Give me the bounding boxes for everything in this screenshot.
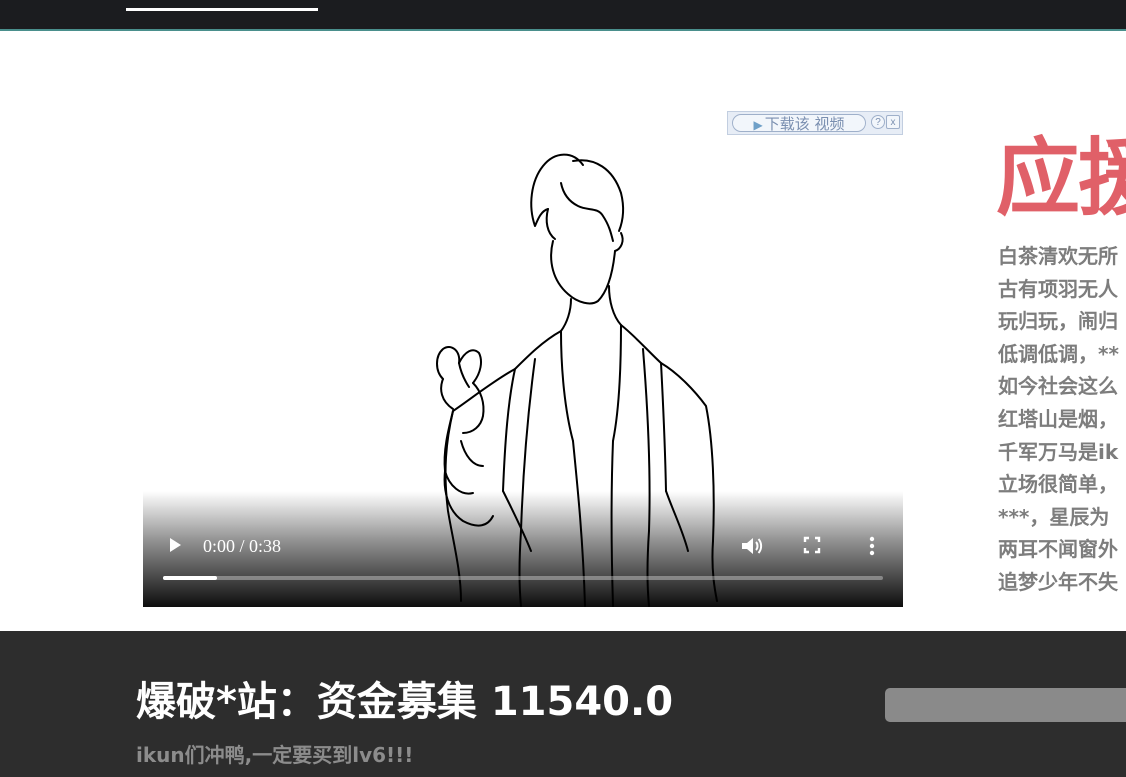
- time-display: 0:00 / 0:38: [203, 536, 282, 556]
- fund-progress-bar: [885, 688, 1126, 722]
- download-video-label: 下载该 视频: [764, 115, 845, 133]
- lyric-line: 如今社会这么: [998, 374, 1118, 399]
- fund-title: 爆破*站：资金募集 11540.0: [136, 679, 674, 725]
- more-options-icon[interactable]: [866, 535, 878, 557]
- progress-buffered: [163, 576, 217, 580]
- progress-bar[interactable]: [163, 576, 883, 580]
- help-button[interactable]: ?: [871, 115, 885, 129]
- lyric-line: ***，星辰为: [998, 504, 1110, 529]
- fullscreen-icon[interactable]: [803, 536, 821, 554]
- lyric-line: 低调低调，**: [998, 341, 1119, 366]
- download-video-button[interactable]: ▶ 下载该 视频: [732, 114, 866, 133]
- close-button[interactable]: x: [886, 115, 900, 129]
- fund-subtitle: ikun们冲鸭,一定要买到lv6!!!: [136, 743, 414, 767]
- side-title: 应援: [996, 129, 1126, 227]
- video-player[interactable]: ▶ 下载该 视频 ? x 0:00 / 0:38: [143, 111, 903, 607]
- volume-icon[interactable]: [740, 535, 764, 557]
- nav-active-indicator: [126, 8, 318, 11]
- lyric-line: 两耳不闻窗外: [998, 537, 1118, 562]
- download-video-toolbar: ▶ 下载该 视频 ? x: [727, 111, 903, 135]
- lyric-line: 追梦少年不失: [998, 569, 1118, 594]
- lyric-line: 白茶清欢无所: [998, 244, 1118, 268]
- lyrics-list: 白茶清欢无所 古有项羽无人 玩归玩，闹归 低调低调，** 如今社会这么 红塔山是烟， 千军万…: [998, 240, 1119, 599]
- play-triangle-icon: ▶: [753, 118, 763, 132]
- lyric-line: 古有项羽无人: [998, 276, 1118, 301]
- play-icon[interactable]: [165, 535, 185, 555]
- top-navbar: [0, 0, 1126, 31]
- lyric-line: 玩归玩，闹归: [998, 309, 1118, 334]
- lyric-line: 立场很简单，: [998, 472, 1118, 497]
- video-controls: 0:00 / 0:38: [143, 491, 903, 607]
- lyric-line: 千军万马是ik: [998, 439, 1119, 464]
- footer-panel: 爆破*站：资金募集 11540.0 ikun们冲鸭,一定要买到lv6!!!: [0, 631, 1126, 777]
- lyric-line: 红塔山是烟，: [998, 406, 1118, 431]
